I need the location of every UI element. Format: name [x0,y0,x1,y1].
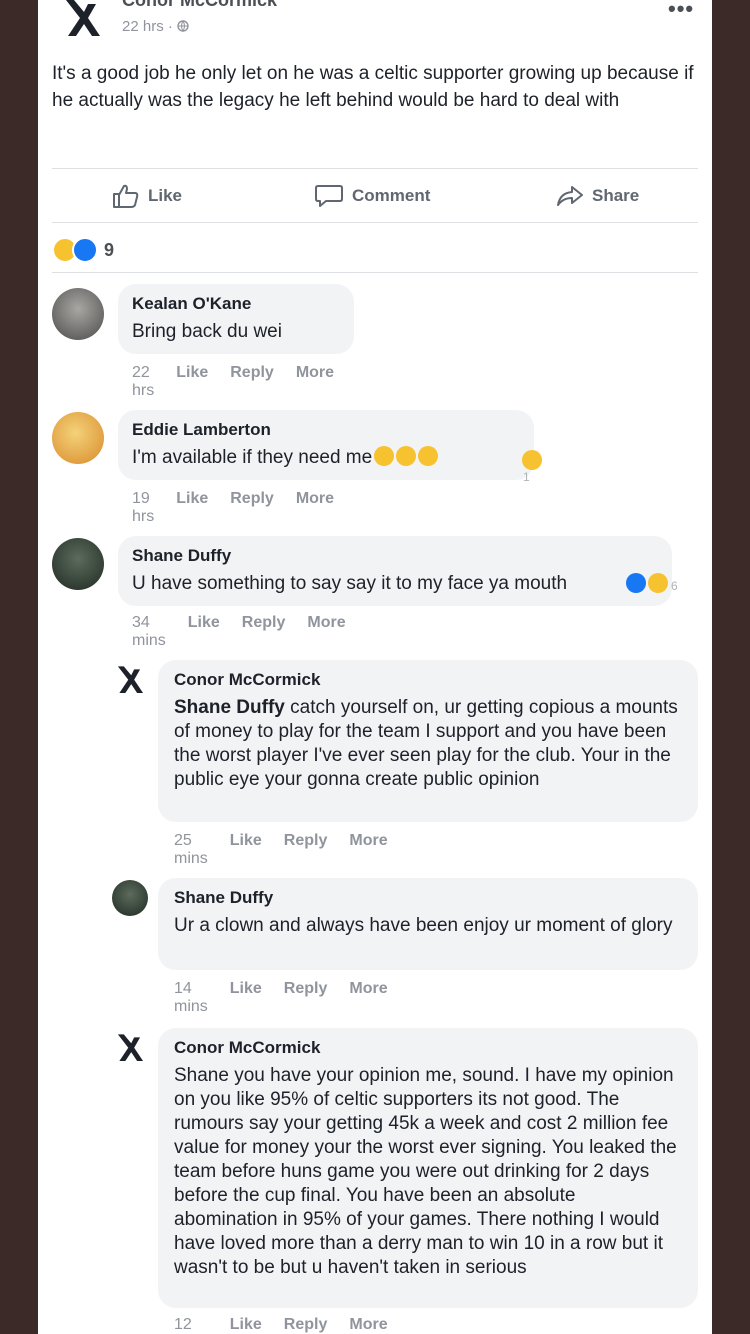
thumbs-up-icon [113,184,139,208]
comment-like-link[interactable]: Like [188,614,220,650]
laughing-emoji-icon [374,446,395,466]
comment-more-link[interactable]: More [296,364,334,400]
comment-reply-link[interactable]: Reply [230,364,274,400]
like-reaction-icon [626,573,646,593]
comment-reaction-count: 1 [523,470,530,484]
divider [52,222,698,223]
post-author-name[interactable]: Conor McCormick [122,0,277,11]
commenter-name[interactable]: Eddie Lamberton [132,420,520,440]
post-time: 22 hrs · [122,18,178,35]
comment-more-link[interactable]: More [307,614,345,650]
replier-name[interactable]: Conor McCormick [174,1038,682,1058]
reply-reply-link[interactable]: Reply [284,1316,328,1334]
comment-reaction-count: 6 [671,579,678,593]
comment-like-link[interactable]: Like [176,364,208,400]
post-header: Conor McCormick 22 hrs · ••• [38,0,712,50]
comment-more-link[interactable]: More [296,490,334,526]
share-arrow-icon [557,186,583,206]
reply-meta: 25 mins Like Reply More [174,832,388,868]
reply-meta: 14 mins Like Reply More [174,980,388,1016]
reply-time: 14 mins [174,980,208,1015]
share-button[interactable]: Share [556,182,639,210]
like-label: Like [148,186,183,205]
reply-bubble: Shane Duffy Ur a clown and always have b… [158,878,698,970]
haha-reaction-icon [648,573,668,593]
comment-time: 34 mins [132,614,166,649]
replier-avatar[interactable] [112,1030,146,1064]
comment-bubble: Eddie Lamberton I'm available if they ne… [118,410,534,480]
comment-bubble: Shane Duffy U have something to say say … [118,536,672,606]
comment-button[interactable]: Comment [314,182,430,210]
speech-bubble-icon [315,185,343,207]
reaction-count: 9 [104,239,115,260]
post-body: It's a good job he only let on he was a … [52,63,694,111]
comment-reply-link[interactable]: Reply [242,614,286,650]
reactions-summary[interactable]: 9 [52,236,114,264]
comment-time: 19 hrs [132,490,155,525]
reply-meta: 12 mins Like Reply More [174,1316,388,1334]
facebook-post-screenshot: Conor McCormick 22 hrs · ••• It's a good… [38,0,712,1334]
reply-like-link[interactable]: Like [230,832,262,868]
comment-meta: 22 hrs Like Reply More [132,364,334,400]
comment-meta: 34 mins Like Reply More [132,614,346,650]
laughing-emoji-icon [418,446,439,466]
comment-reactions[interactable]: 6 [624,573,678,593]
replier-avatar[interactable] [112,662,146,696]
comment-time: 22 hrs [132,364,155,399]
comment-like-link[interactable]: Like [176,490,208,526]
reply-time: 25 mins [174,832,208,867]
comment-meta: 19 hrs Like Reply More [132,490,334,526]
share-label: Share [592,186,640,205]
replier-avatar[interactable] [112,880,148,916]
reply-more-link[interactable]: More [349,832,387,868]
commenter-avatar[interactable] [52,538,104,590]
globe-icon [177,20,189,32]
reply-more-link[interactable]: More [349,1316,387,1334]
reply-like-link[interactable]: Like [230,1316,262,1334]
comment-label: Comment [352,186,431,205]
author-avatar[interactable] [58,0,104,40]
commenter-name[interactable]: Shane Duffy [132,546,658,566]
more-options-icon[interactable]: ••• [668,0,694,22]
like-button[interactable]: Like [112,182,182,210]
reply-bubble: Conor McCormick Shane Duffy catch yourse… [158,660,698,822]
reply-text: Shane Duffy catch yourself on, ur gettin… [174,696,682,792]
reply-like-link[interactable]: Like [230,980,262,1016]
divider [52,168,698,169]
haha-reaction-icon [522,450,542,470]
replier-name[interactable]: Shane Duffy [174,888,682,908]
reply-more-link[interactable]: More [349,980,387,1016]
reply-text: Ur a clown and always have been enjoy ur… [174,915,673,936]
commenter-avatar[interactable] [52,412,104,464]
replier-name[interactable]: Conor McCormick [174,670,682,690]
commenter-avatar[interactable] [52,288,104,340]
post-timestamp: 22 hrs · [122,18,189,35]
like-reaction-icon [72,237,98,263]
laughing-emoji-icon [396,446,417,466]
reply-reply-link[interactable]: Reply [284,980,328,1016]
comment-reply-link[interactable]: Reply [230,490,274,526]
reply-text: Shane you have your opinion me, sound. I… [174,1065,677,1278]
comment-text-content: I'm available if they need me [132,447,373,468]
mentioned-user-tag[interactable]: Shane Duffy [174,697,285,718]
comment-bubble: Kealan O'Kane Bring back du wei [118,284,354,354]
divider [52,272,698,273]
comment-text: Bring back du wei [132,321,282,342]
reply-reply-link[interactable]: Reply [284,832,328,868]
comment-text: U have something to say say it to my fac… [132,573,568,594]
comment-text: I'm available if they need me [132,446,520,470]
comment-reactions[interactable]: 1 [520,450,542,484]
reply-bubble: Conor McCormick Shane you have your opin… [158,1028,698,1308]
commenter-name[interactable]: Kealan O'Kane [132,294,340,314]
reply-time: 12 mins [174,1316,192,1333]
